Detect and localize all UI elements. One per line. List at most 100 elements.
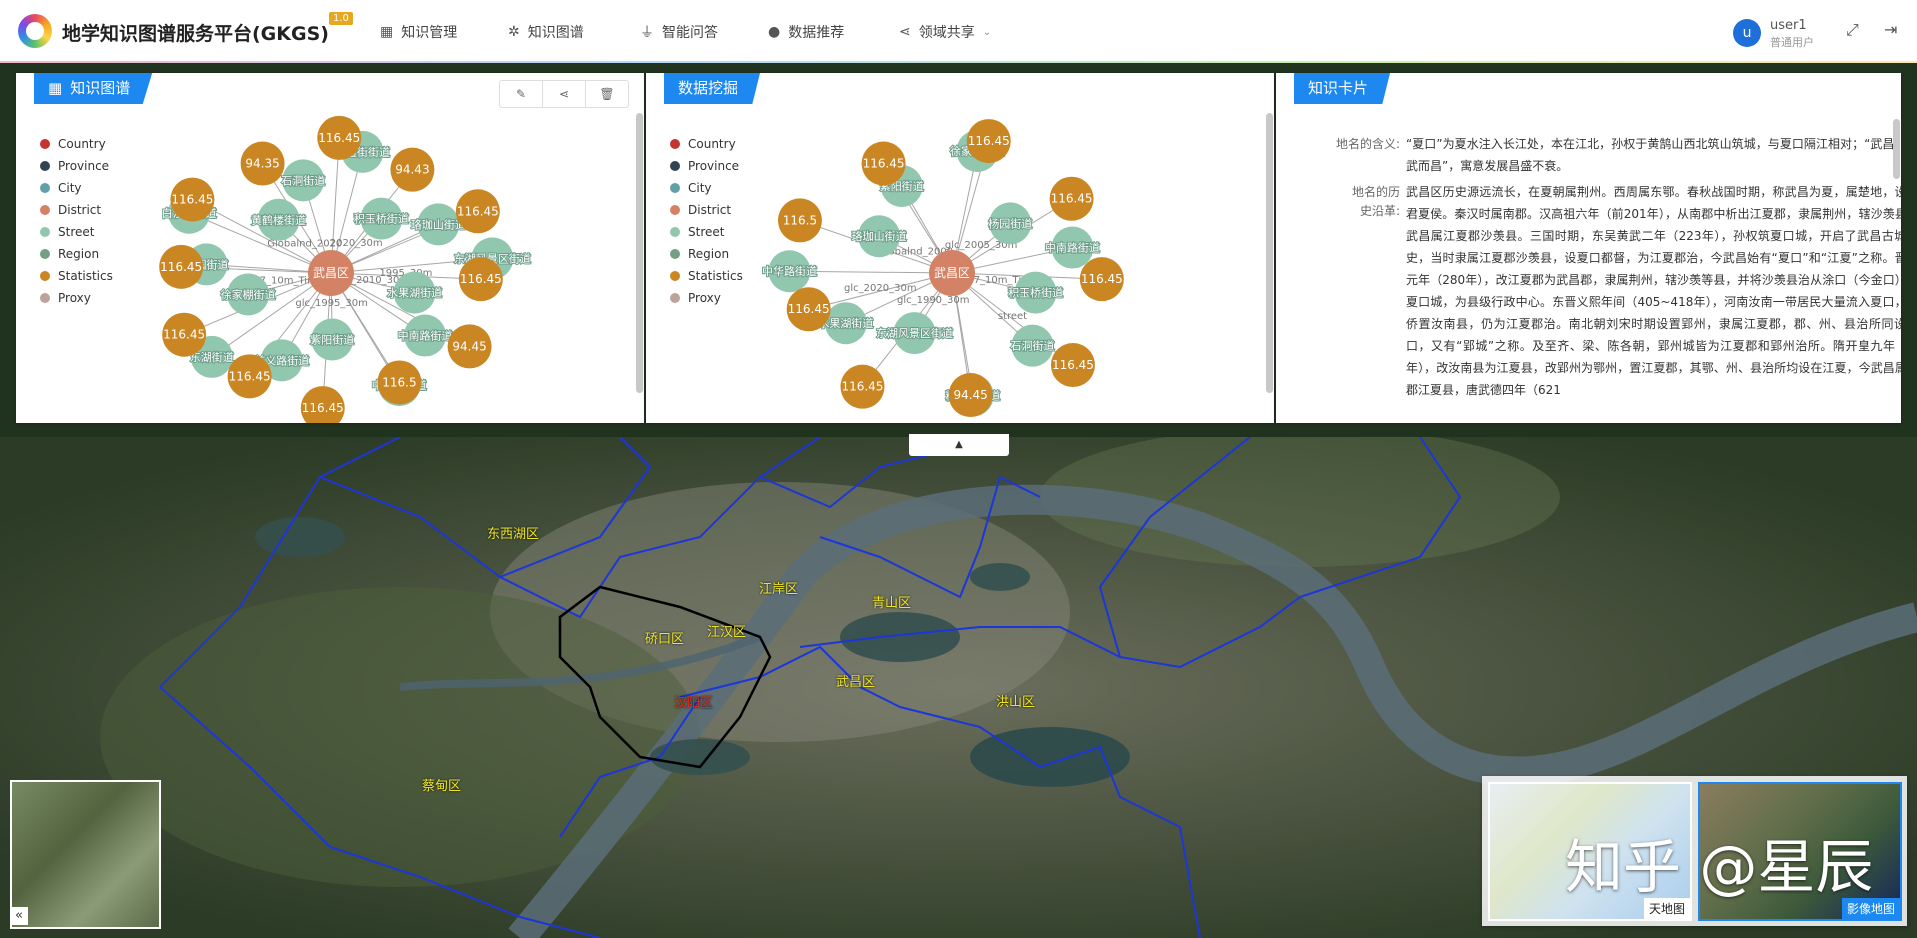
scrollbar[interactable] [1893,119,1900,179]
fullscreen-icon[interactable]: ⤢ [1846,20,1859,40]
street-node[interactable]: 石洞街道 [1009,324,1055,367]
nav-label: 智能问答 [662,25,718,41]
collapse-minimap-button[interactable]: « [10,907,28,925]
lake [255,517,345,557]
version-badge: 1.0 [329,12,353,25]
statistics-node[interactable]: 116.5 [377,360,422,405]
node-label: 116.45 [318,131,360,145]
statistics-node[interactable]: 116.45 [966,119,1011,164]
edge-label: glc_1990_30m [897,295,970,306]
data-mining-canvas[interactable]: glc_2017_10m_Tinghuaglc_1990_30mGlobalnd… [646,108,1266,423]
grid-icon: ▦ [380,24,394,40]
node-label: 水果湖街道 [387,286,442,300]
statistics-node[interactable]: 116.45 [300,386,345,423]
logout-icon[interactable]: ⇥ [1884,20,1897,39]
statistics-node[interactable]: 116.45 [861,141,906,186]
node-label: 94.35 [245,157,279,171]
statistics-node[interactable]: 116.45 [162,312,207,357]
bulb-icon: ● [768,24,781,40]
node-label: 116.45 [863,157,905,171]
node-label: 116.5 [382,375,416,389]
district-label: 武昌区 [836,675,876,690]
street-node[interactable]: 东湖风景区街道 [875,312,954,355]
statistics-node[interactable]: 116.45 [1049,176,1094,221]
node-label: 116.45 [229,369,271,383]
statistics-node[interactable]: 116.45 [455,189,500,234]
nav-label: 知识管理 [401,25,458,41]
statistics-node[interactable]: 116.45 [227,354,272,399]
nav-label: 领域共享 [918,25,975,41]
node-label: 珞珈山街道 [852,229,907,243]
panel-title-text: 数据挖掘 [678,79,739,97]
edge-label: 2020_30m [330,238,383,249]
statistics-node[interactable]: 116.45 [317,115,362,160]
edge-label: glc_2020_30m [844,283,917,294]
node-label: 94.43 [395,163,429,177]
delete-icon[interactable]: 🗑 [586,81,628,107]
app-title: 地学知识图谱服务平台(GKGS) [62,23,329,45]
node-label: 116.45 [788,302,830,316]
statistics-node[interactable]: 116.45 [458,257,503,302]
scrollbar[interactable] [636,113,643,393]
field-value-meaning: “夏口”为夏水注入长江处，本在江北，孙权于黄鹄山西北筑山筑城，与夏口隔江相对；“… [1406,137,1901,173]
district-node[interactable]: 武昌区 [929,250,975,296]
nav-label: 数据推荐 [788,25,845,41]
statistics-node[interactable]: 116.5 [777,198,822,243]
knowledge-graph-canvas[interactable]: glc_2010_30mglc_1995_30m2017_10m_Tinghua… [16,108,636,423]
data-mining-panel: 数据挖掘 Country Province City District Stre… [646,73,1274,423]
node-label: 石洞街道 [281,173,325,187]
street-node[interactable]: 紫阳街道 [309,318,355,361]
statistics-node[interactable]: 94.35 [240,141,285,186]
lake [970,563,1030,591]
statistics-node[interactable]: 116.45 [1079,257,1124,302]
knowledge-graph-panel: ▦ 知识图谱 ✎ ⋖ 🗑 Country Province City Distr… [16,73,644,423]
panel-toggle-button[interactable]: ▲ [909,434,1009,456]
node-label: 黄鹤楼街道 [251,213,306,227]
street-node[interactable]: 黄鹤楼街道 [250,198,307,241]
watermark: 知乎 @星辰 [1565,833,1874,901]
nav-knowledge-graph[interactable]: ✲ 知识图谱 [508,22,584,42]
node-label: 116.45 [457,204,499,218]
node-label: 94.45 [953,388,987,402]
nav-domain-share[interactable]: ⋖ 领域共享 ⌄ [899,22,991,42]
statistics-node[interactable]: 94.43 [390,147,435,192]
street-node[interactable]: 中南路街道 [397,314,454,357]
nav-knowledge-management[interactable]: ▦ 知识管理 [380,22,457,42]
share-icon: ⋖ [899,24,911,40]
statistics-node[interactable]: 116.45 [170,177,215,222]
nav-data-recommend[interactable]: ● 数据推荐 [768,22,844,42]
district-label: 蔡甸区 [422,779,462,794]
node-label: 116.45 [163,328,205,342]
statistics-node[interactable]: 94.45 [948,373,993,418]
scrollbar[interactable] [1266,113,1273,393]
statistics-node[interactable]: 94.45 [447,324,492,369]
street-node[interactable]: 中华路街道 [761,250,818,293]
overview-minimap[interactable] [10,780,161,929]
statistics-node[interactable]: 116.45 [1050,343,1095,388]
statistics-node[interactable]: 116.45 [786,287,831,332]
knowledge-card-panel: 知识卡片 地名的含义: “夏口”为夏水注入长江处，本在江北，孙权于黄鹄山西北筑山… [1276,73,1901,423]
edit-icon[interactable]: ✎ [500,81,543,107]
street-node[interactable]: 杨园街道 [987,202,1033,245]
node-label: 紫阳街道 [310,332,354,346]
statistics-node[interactable]: 116.45 [840,364,885,409]
field-value-history: 武昌区历史源远流长，在夏朝属荆州。西周属东鄂。春秋战国时期，称武昌为夏，属楚地，… [1406,185,1901,397]
node-label: 武昌区 [313,266,349,280]
street-node[interactable]: 石洞街道 [280,159,326,202]
district-label: 汉阳区 [674,696,714,711]
avatar[interactable]: u [1733,19,1761,47]
node-label: 石洞街道 [1010,339,1054,353]
node-label: 东湖风景区街道 [876,326,953,340]
district-label: 江岸区 [759,582,799,597]
microphone-icon: ⏚ [640,25,654,41]
nav-smart-qa[interactable]: ⏚ 智能问答 [640,22,718,42]
statistics-node[interactable]: 116.45 [159,244,204,289]
node-label: 积玉桥街道 [1008,286,1063,300]
node-label: 116.45 [171,193,213,207]
district-node[interactable]: 武昌区 [308,250,354,296]
node-label: 116.45 [302,401,344,415]
grid-icon: ▦ [48,79,63,97]
share-icon[interactable]: ⋖ [543,81,586,107]
district-label: 青山区 [872,596,912,611]
node-label: 杨园街道 [988,216,1032,230]
